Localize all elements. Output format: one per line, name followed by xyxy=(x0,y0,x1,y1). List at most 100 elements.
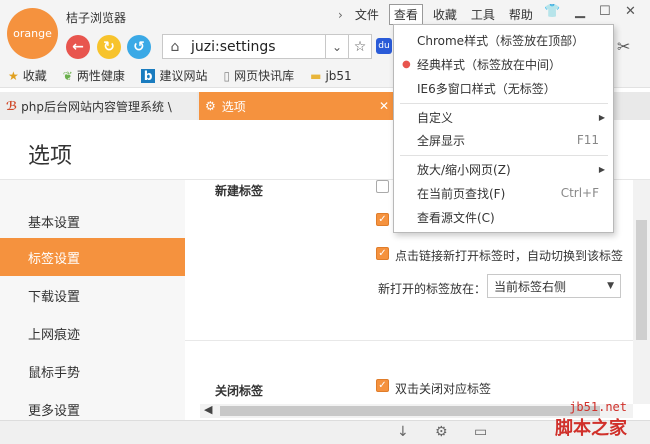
bookmark-item[interactable]: ❦ 两性健康 xyxy=(63,67,125,84)
close-icon[interactable]: ✕ xyxy=(625,4,636,19)
bookmark-item[interactable]: ▯ 网页快讯库 xyxy=(223,67,294,84)
menu-item-label: 经典样式（标签放在中间） xyxy=(417,57,562,72)
menu-item-find[interactable]: 在当前页查找(F) Ctrl+F xyxy=(394,181,613,205)
settings-sidebar: 基本设置 标签设置 下载设置 上网痕迹 鼠标手势 更多设置 xyxy=(0,180,185,420)
minimize-icon[interactable]: ▁ xyxy=(575,4,585,19)
section-divider xyxy=(185,340,633,341)
menu-bar: › 文件 查看 收藏 工具 帮助 xyxy=(338,4,543,25)
dblclick-close-checkbox[interactable]: ✓ xyxy=(376,379,389,392)
watermark-line1: jb51.net xyxy=(569,400,627,414)
menu-item-label: 在当前页查找(F) xyxy=(417,186,506,201)
arrow-left-icon: ← xyxy=(72,39,84,55)
scroll-thumb[interactable] xyxy=(220,406,600,416)
menu-item-view-source[interactable]: 查看源文件(C) xyxy=(394,205,613,229)
watermark-line2: 脚本之家 xyxy=(555,418,627,439)
leaf-icon: ❦ xyxy=(62,68,73,83)
tab-php[interactable]: ℬ php后台网站内容管理系统 \ xyxy=(0,92,197,120)
menu-help[interactable]: 帮助 xyxy=(505,5,537,24)
menu-separator xyxy=(400,103,608,104)
tab-label: php后台网站内容管理系统 \ xyxy=(21,99,172,114)
bookmark-label: 两性健康 xyxy=(76,69,125,83)
page-title: 选项 xyxy=(28,144,73,169)
sidebar-item-history[interactable]: 上网痕迹 xyxy=(0,314,185,352)
star-icon[interactable]: ☆ xyxy=(349,39,371,55)
menu-item-classic-style[interactable]: ● 经典样式（标签放在中间） xyxy=(394,52,613,76)
new-tab-checkbox-1[interactable] xyxy=(376,180,389,193)
auto-switch-checkbox[interactable]: ✓ xyxy=(376,247,389,260)
settings-gear-icon[interactable]: ⚙ xyxy=(435,424,448,440)
menu-favorites[interactable]: 收藏 xyxy=(429,5,461,24)
sidebar-item-gestures[interactable]: 鼠标手势 xyxy=(0,352,185,390)
menu-item-customize[interactable]: 自定义 ▶ xyxy=(394,105,613,129)
bookmark-item[interactable]: ▬ jb51 xyxy=(310,69,352,83)
menu-shortcut: Ctrl+F xyxy=(560,186,599,200)
menu-item-label: 查看源文件(C) xyxy=(417,210,495,225)
section-new-tab: 新建标签 xyxy=(215,184,264,198)
maximize-icon[interactable]: ☐ xyxy=(599,4,611,19)
menu-item-chrome-style[interactable]: Chrome样式（标签放在顶部） xyxy=(394,28,613,52)
watermark: jb51.net 脚本之家 xyxy=(555,400,627,440)
app-title: 桔子浏览器 xyxy=(66,11,127,25)
undo-button[interactable]: ↺ xyxy=(127,35,151,59)
menu-item-label: IE6多窗口样式（无标签） xyxy=(417,81,556,96)
vertical-scrollbar[interactable] xyxy=(633,180,650,404)
gear-icon: ⚙ xyxy=(205,99,216,113)
back-button[interactable]: ← xyxy=(66,35,90,59)
menu-shortcut: F11 xyxy=(576,133,599,147)
bookmark-label: 收藏 xyxy=(22,69,47,83)
page-icon: ▯ xyxy=(223,68,231,83)
search-engine-icon[interactable]: du xyxy=(376,38,392,54)
new-tab-checkbox-2[interactable]: ✓ xyxy=(376,213,389,226)
submenu-arrow-icon: ▶ xyxy=(598,112,605,122)
menu-item-fullscreen[interactable]: 全屏显示 F11 xyxy=(394,128,613,152)
logo-text: orange xyxy=(13,27,52,40)
download-icon[interactable]: ↓ xyxy=(397,424,409,440)
submenu-arrow-icon: ▶ xyxy=(598,164,605,174)
new-tab-position-select[interactable]: 当前标签右侧 ▼ xyxy=(487,274,621,298)
bookmark-label: 网页快讯库 xyxy=(234,69,295,83)
menu-item-ie6-style[interactable]: IE6多窗口样式（无标签） xyxy=(394,76,613,100)
menu-item-label: 全屏显示 xyxy=(417,133,466,148)
orange-logo: orange xyxy=(7,8,58,59)
bookmark-item[interactable]: ★ 收藏 xyxy=(8,67,47,84)
folder-icon: ▬ xyxy=(310,68,322,83)
star-icon: ★ xyxy=(8,68,19,83)
bookmark-item[interactable]: b 建议网站 xyxy=(140,67,208,84)
menu-file[interactable]: 文件 xyxy=(351,5,383,24)
tab-options[interactable]: ⚙ 选项 ✕ xyxy=(199,92,395,120)
bullet-icon: ● xyxy=(402,58,411,70)
menu-item-label: 放大/缩小网页(Z) xyxy=(417,162,511,177)
refresh-button[interactable]: ↻ xyxy=(97,35,121,59)
auto-switch-label: 点击链接新打开标签时，自动切换到该标签 xyxy=(395,249,624,263)
menu-view[interactable]: 查看 xyxy=(388,4,423,25)
scroll-left-icon[interactable]: ◀ xyxy=(204,403,212,416)
chevron-down-icon[interactable]: ⌄ xyxy=(325,34,349,59)
chevron-right-icon[interactable]: › xyxy=(338,8,343,22)
close-icon[interactable]: ✕ xyxy=(379,99,389,113)
menu-item-zoom[interactable]: 放大/缩小网页(Z) ▶ xyxy=(394,157,613,181)
window-icon[interactable]: ▭ xyxy=(474,424,487,440)
sidebar-item-download[interactable]: 下载设置 xyxy=(0,276,185,314)
skin-icon[interactable]: 👕 xyxy=(544,4,560,19)
sidebar-item-tabs[interactable]: 标签设置 xyxy=(0,238,185,276)
view-menu-dropdown: Chrome样式（标签放在顶部） ● 经典样式（标签放在中间） IE6多窗口样式（… xyxy=(393,24,614,233)
menu-tools[interactable]: 工具 xyxy=(467,5,499,24)
menu-item-label: 自定义 xyxy=(417,110,454,125)
menu-item-label: Chrome样式（标签放在顶部） xyxy=(417,33,585,48)
scroll-thumb[interactable] xyxy=(636,220,647,340)
menu-separator xyxy=(400,155,608,156)
scissors-icon[interactable]: ✂ xyxy=(617,37,630,56)
refresh-icon: ↻ xyxy=(103,39,115,55)
undo-icon: ↺ xyxy=(133,39,145,55)
status-bar: ↓ ⚙ ▭ xyxy=(0,420,650,444)
sidebar-item-basic[interactable]: 基本设置 xyxy=(0,202,185,240)
select-value: 当前标签右侧 xyxy=(494,279,567,294)
bookmark-label: 建议网站 xyxy=(159,69,208,83)
bookmark-label: jb51 xyxy=(325,68,352,83)
home-icon[interactable]: ⌂ xyxy=(163,39,187,55)
site-favicon-icon: ℬ xyxy=(6,99,18,113)
dblclick-close-label: 双击关闭对应标签 xyxy=(395,382,492,396)
new-tab-position-label: 新打开的标签放在： xyxy=(378,282,487,296)
section-close-tab: 关闭标签 xyxy=(215,384,264,398)
tab-label: 选项 xyxy=(221,99,246,114)
